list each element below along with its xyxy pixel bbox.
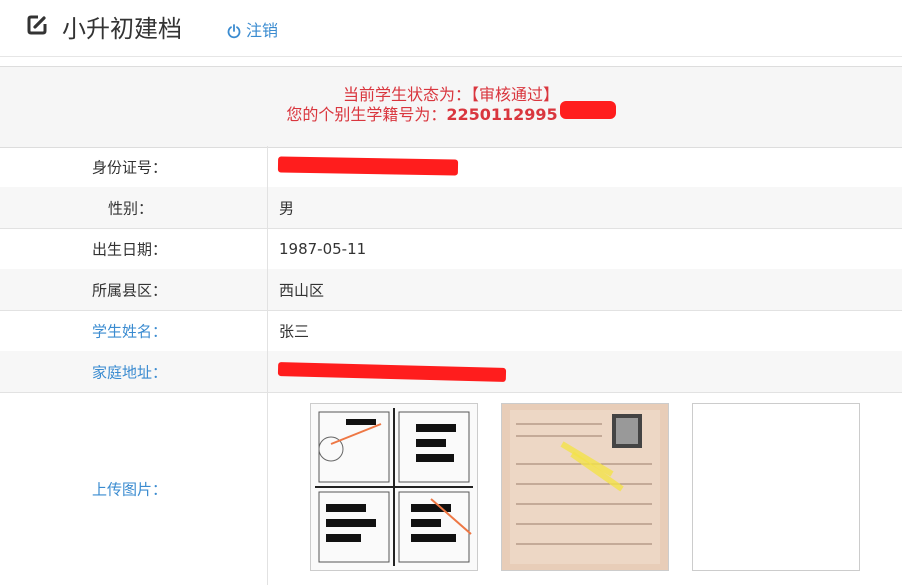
id-number-label: 身份证号：: [91, 158, 167, 176]
student-number: 2250112995: [446, 105, 558, 124]
birth-date-label: 出生日期：: [91, 240, 167, 258]
gender-value: 男: [279, 199, 295, 217]
upload-label: 上传图片：: [91, 480, 167, 498]
gender-row: 性别： 男: [0, 187, 902, 229]
address-label: 家庭地址：: [91, 363, 167, 381]
student-number-prefix: 您的个别生学籍号为：: [286, 105, 447, 124]
status-panel: 当前学生状态为：【审核通过】 您的个别生学籍号为：2250112995: [0, 66, 902, 148]
birth-date-row: 出生日期： 1987-05-11: [0, 228, 902, 270]
edit-icon: [27, 15, 47, 35]
page-header: 小升初建档 注销: [0, 0, 902, 57]
birth-date-value: 1987-05-11: [279, 239, 367, 258]
district-row: 所属县区： 西山区: [0, 269, 902, 311]
address-row: 家庭地址：: [0, 351, 902, 393]
gender-label: 性别：: [107, 199, 153, 217]
redaction-mark: [560, 101, 616, 119]
district-label: 所属县区：: [91, 281, 167, 299]
uploaded-photo-3[interactable]: [692, 403, 860, 571]
logout-button[interactable]: 注销: [226, 20, 278, 42]
power-icon: [227, 24, 241, 39]
redaction-mark: [277, 362, 507, 382]
district-value: 西山区: [279, 281, 325, 299]
uploaded-photo-1[interactable]: [310, 403, 478, 571]
id-document-image: [311, 404, 477, 570]
student-name-value: 张三: [279, 322, 310, 340]
student-name-row: 学生姓名： 张三: [0, 310, 902, 352]
status-text: 当前学生状态为：【审核通过】: [342, 85, 559, 104]
student-number-text: 您的个别生学籍号为：2250112995: [0, 105, 902, 125]
page-title: 小升初建档: [62, 15, 182, 43]
id-number-row: 身份证号：: [0, 146, 902, 188]
uploaded-photo-2[interactable]: [501, 403, 669, 571]
redaction-mark: [277, 156, 459, 176]
form-document-image: [502, 404, 668, 570]
logout-label: 注销: [246, 21, 279, 40]
student-name-label: 学生姓名：: [91, 322, 167, 340]
